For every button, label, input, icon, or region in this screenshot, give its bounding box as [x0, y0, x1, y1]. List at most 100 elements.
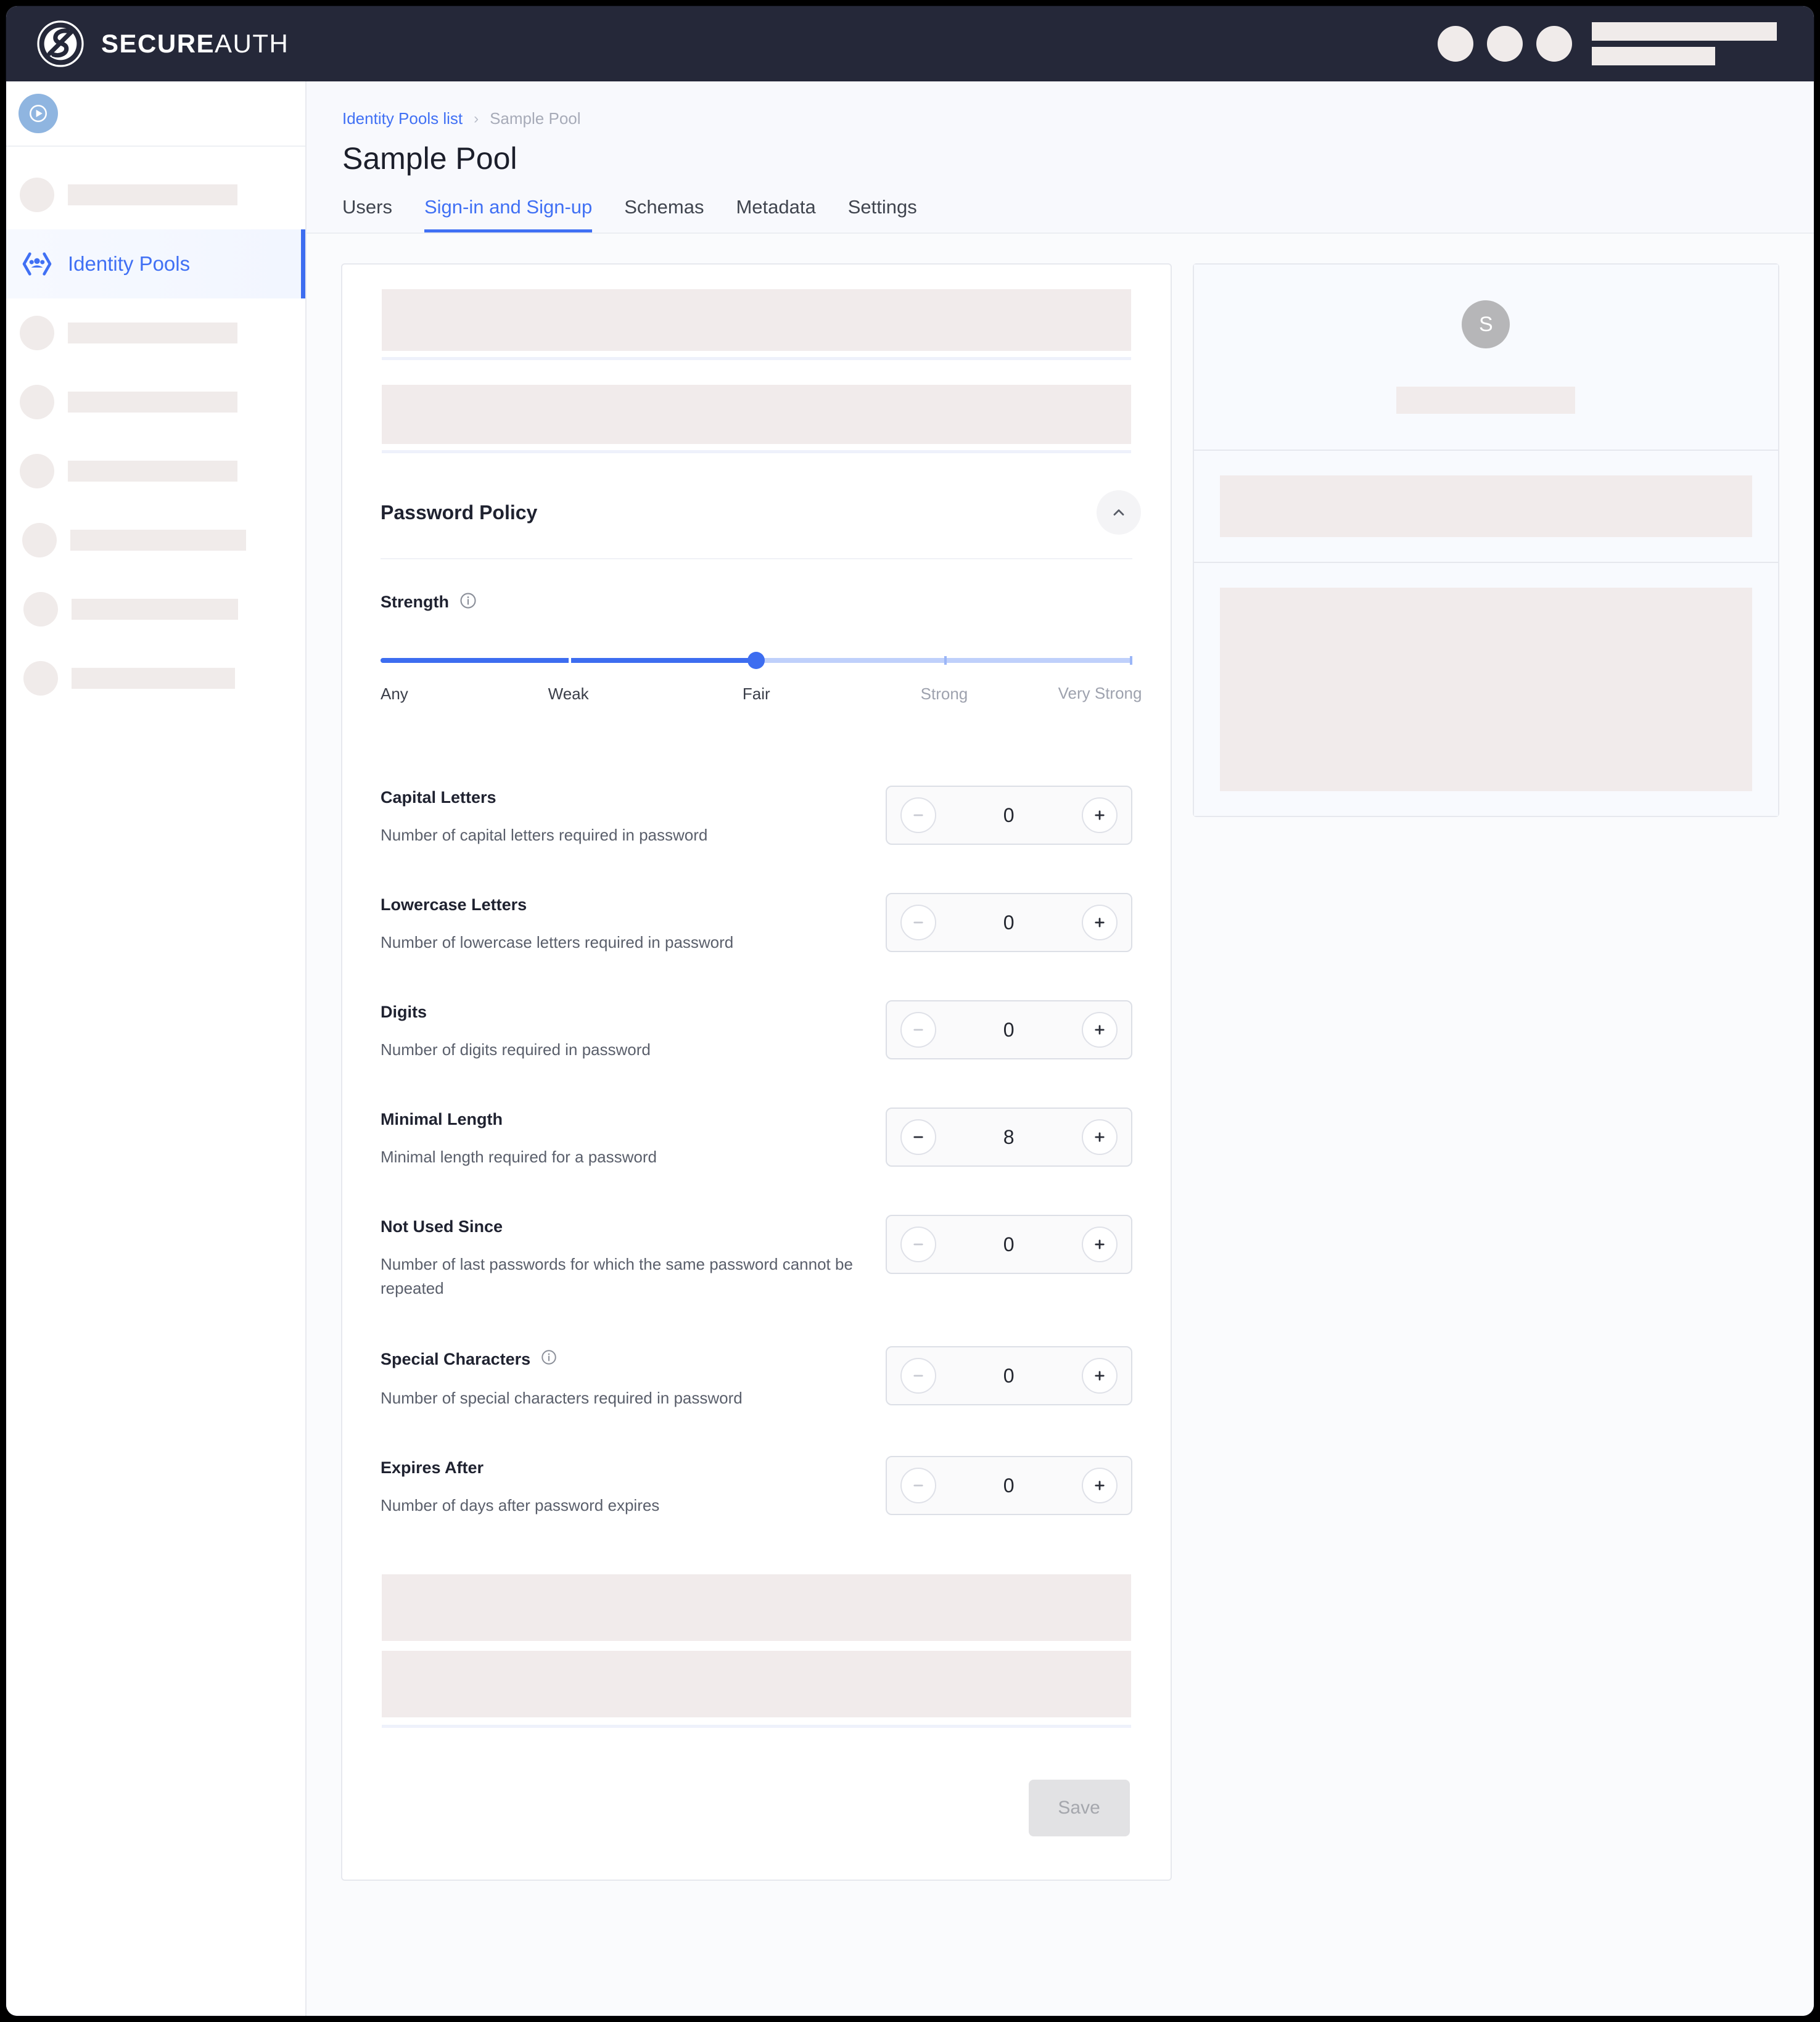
summary-skeleton-name	[1396, 387, 1576, 414]
stepper-value: 0	[1003, 1233, 1015, 1256]
info-circle-icon[interactable]	[459, 591, 477, 613]
identity-pools-hexagon-icon	[20, 247, 54, 281]
topbar-placeholder-circle-2[interactable]	[1487, 26, 1523, 62]
policy-row-lowercase-letters: Lowercase Letters Number of lowercase le…	[369, 893, 1143, 955]
tab-settings[interactable]: Settings	[848, 196, 917, 232]
sidebar-skeleton-item	[6, 437, 305, 506]
topbar-placeholder-circle-1[interactable]	[1438, 26, 1473, 62]
tab-schemas[interactable]: Schemas	[624, 196, 704, 232]
password-policy-section-header[interactable]: Password Policy	[369, 490, 1143, 535]
policy-row-label: Expires After	[381, 1458, 659, 1477]
policy-row-capital-letters: Capital Letters Number of capital letter…	[369, 786, 1143, 847]
policy-row-name: Expires After	[381, 1458, 484, 1477]
sidebar-nav: Identity Pools	[6, 147, 305, 713]
policy-row-name: Lowercase Letters	[381, 895, 527, 914]
policy-row-not-used-since: Not Used Since Number of last passwords …	[369, 1215, 1143, 1301]
stepper-minimal-length[interactable]: 8	[885, 1108, 1132, 1167]
minus-circle-icon[interactable]	[900, 1119, 936, 1155]
strength-option-weak[interactable]: Weak	[548, 684, 589, 704]
sidebar-skeleton-icon	[20, 316, 54, 350]
policy-row-name: Capital Letters	[381, 788, 496, 807]
sidebar-skeleton-item	[6, 644, 305, 713]
brand-logo[interactable]: SECURE AUTH	[36, 19, 289, 68]
policy-row-expires-after: Expires After Number of days after passw…	[369, 1456, 1143, 1518]
strength-option-any[interactable]: Any	[381, 684, 408, 704]
plus-circle-icon[interactable]	[1081, 797, 1118, 833]
stepper-digits[interactable]: 0	[885, 1000, 1132, 1059]
plus-circle-icon[interactable]	[1081, 905, 1118, 940]
plus-circle-icon[interactable]	[1081, 1119, 1118, 1155]
main-content: Identity Pools list › Sample Pool Sample…	[307, 81, 1814, 2016]
policy-row-label: Minimal Length	[381, 1110, 657, 1129]
info-circle-icon[interactable]	[540, 1349, 558, 1370]
minus-circle-icon[interactable]	[900, 1358, 936, 1394]
breadcrumb: Identity Pools list › Sample Pool	[342, 109, 1814, 128]
form-skeleton-block-2	[382, 385, 1131, 444]
sidebar-item-identity-pools[interactable]: Identity Pools	[6, 229, 305, 298]
policy-row-label: Not Used Since	[381, 1217, 868, 1236]
tab-metadata[interactable]: Metadata	[736, 196, 815, 232]
policy-row-description: Number of last passwords for which the s…	[381, 1255, 853, 1297]
slider-tick-strong	[944, 656, 947, 665]
minus-circle-icon[interactable]	[900, 1468, 936, 1503]
stepper-not-used-since[interactable]: 0	[885, 1215, 1132, 1274]
plus-circle-icon[interactable]	[1081, 1012, 1118, 1048]
strength-label-row: Strength	[381, 591, 1132, 613]
strength-option-fair[interactable]: Fair	[743, 684, 770, 704]
form-skeleton-block-3	[382, 1574, 1131, 1641]
play-circle-icon[interactable]	[19, 94, 58, 133]
stepper-capital-letters[interactable]: 0	[885, 786, 1132, 845]
stepper-value: 0	[1003, 1018, 1015, 1041]
plus-circle-icon[interactable]	[1081, 1358, 1118, 1394]
stepper-expires-after[interactable]: 0	[885, 1456, 1132, 1515]
chevron-up-icon[interactable]	[1096, 490, 1141, 535]
policy-row-label: Lowercase Letters	[381, 895, 733, 914]
app-window: SECURE AUTH Identity Pools Identity Pool…	[6, 6, 1814, 2016]
sidebar-skeleton-item	[6, 160, 305, 229]
minus-circle-icon[interactable]	[900, 905, 936, 940]
policy-row-text: Lowercase Letters Number of lowercase le…	[381, 893, 733, 955]
top-bar-right	[1438, 22, 1777, 65]
stepper-lowercase-letters[interactable]: 0	[885, 893, 1132, 952]
sidebar-skeleton-icon	[20, 178, 54, 212]
policy-row-name: Not Used Since	[381, 1217, 503, 1236]
strength-option-very-strong[interactable]: Very Strong	[1058, 684, 1142, 702]
plus-circle-icon[interactable]	[1081, 1227, 1118, 1262]
tab-users[interactable]: Users	[342, 196, 392, 232]
stepper-value: 0	[1003, 911, 1015, 934]
topbar-placeholder-line-2	[1592, 47, 1715, 65]
strength-option-strong[interactable]: Strong	[921, 684, 968, 704]
secureauth-circle-s-logo-icon	[36, 19, 85, 68]
minus-circle-icon[interactable]	[900, 1012, 936, 1048]
sidebar-skeleton-icon	[23, 661, 58, 696]
policy-row-special-characters: Special Characters Number of special cha…	[369, 1346, 1143, 1410]
form-skeleton-rule-2	[382, 450, 1131, 453]
save-row: Save	[369, 1728, 1143, 1836]
minus-circle-icon[interactable]	[900, 1227, 936, 1262]
brand-wordmark: SECURE AUTH	[101, 29, 289, 59]
content-columns: Password Policy Strength Any Weak Fair S…	[307, 234, 1814, 1881]
policy-row-text: Minimal Length Minimal length required f…	[381, 1108, 657, 1169]
breadcrumb-parent-link[interactable]: Identity Pools list	[342, 109, 463, 128]
topbar-placeholder-circle-3[interactable]	[1536, 26, 1572, 62]
minus-circle-icon[interactable]	[900, 797, 936, 833]
strength-slider[interactable]	[381, 649, 1132, 673]
policy-row-description: Number of digits required in password	[381, 1040, 651, 1059]
topbar-placeholder-text	[1592, 22, 1777, 65]
sidebar-skeleton-icon	[20, 385, 54, 419]
stepper-special-characters[interactable]: 0	[885, 1346, 1132, 1405]
policy-row-description: Number of special characters required in…	[381, 1389, 743, 1407]
sidebar-skeleton-item	[6, 298, 305, 368]
form-skeleton-rule-1	[382, 357, 1131, 360]
form-skeleton-block-4	[382, 1651, 1131, 1717]
save-button[interactable]: Save	[1028, 1780, 1130, 1836]
summary-section-2	[1193, 451, 1778, 563]
tab-sign-in-and-sign-up[interactable]: Sign-in and Sign-up	[424, 196, 593, 232]
policy-row-name: Special Characters	[381, 1350, 531, 1368]
summary-identity-section: S	[1193, 265, 1778, 451]
policy-row-digits: Digits Number of digits required in pass…	[369, 1000, 1143, 1062]
slider-thumb[interactable]	[747, 652, 765, 669]
sidebar-skeleton-icon	[20, 454, 54, 488]
brand-name-light: AUTH	[215, 29, 289, 58]
plus-circle-icon[interactable]	[1081, 1468, 1118, 1503]
